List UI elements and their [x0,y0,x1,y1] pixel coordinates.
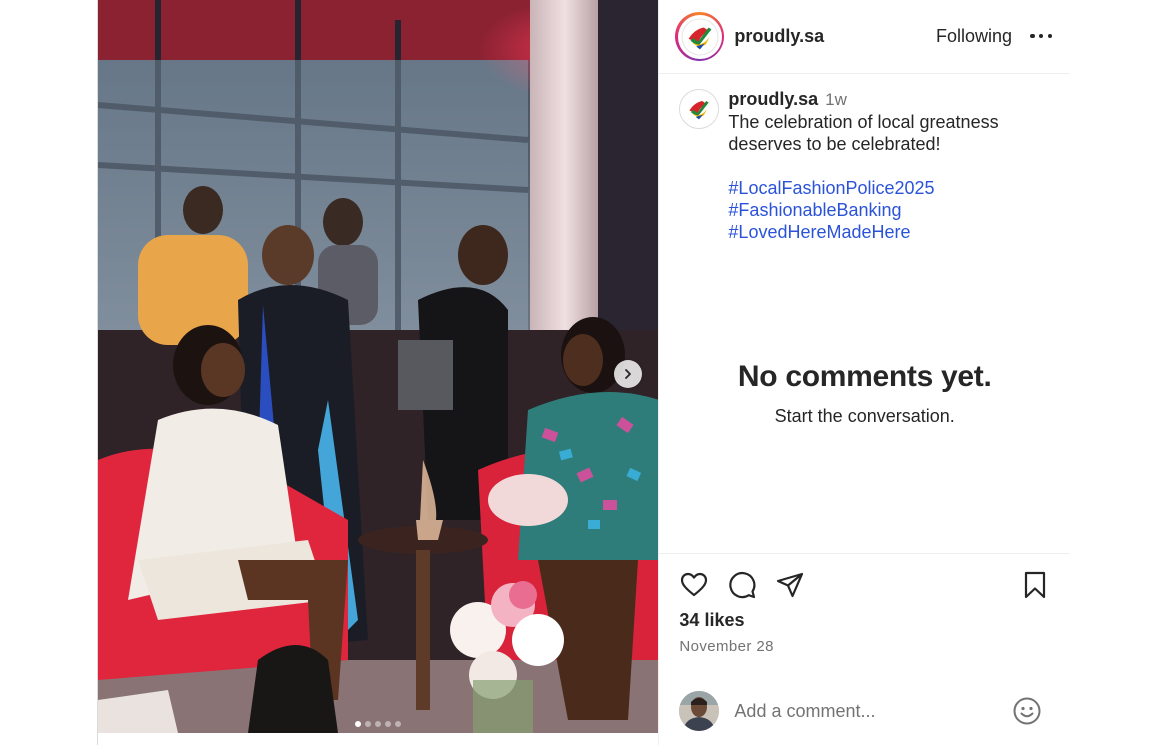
post-actions-section: 34 likes November 28 [659,553,1070,655]
post-photo [98,0,659,733]
post-side-panel: proudly.sa Following proudly.sa1w The c [658,0,1070,745]
comment-icon [729,571,756,599]
author-username[interactable]: proudly.sa [734,26,824,47]
caption-hashtags: #LocalFashionPolice2025 #FashionableBank… [728,177,1018,243]
current-user-avatar[interactable] [679,691,720,731]
add-comment-bar [659,688,1070,734]
bookmark-icon [1024,571,1046,599]
post-container: proudly.sa Following proudly.sa1w The c [97,0,1070,745]
empty-comments-title: No comments yet. [737,360,992,393]
caption-text: The celebration of local greatness deser… [728,112,999,154]
action-bar [659,554,1070,616]
save-button[interactable] [1020,570,1050,600]
caption-block: proudly.sa 1w The celebration of local gr… [659,74,1070,554]
carousel-dot [375,721,382,727]
carousel-dot [355,721,362,727]
like-button[interactable] [679,570,709,600]
caption-username[interactable]: proudly.sa [728,89,818,109]
likes-count[interactable]: 34 likes [659,610,1070,631]
author-avatar-story-ring[interactable] [675,12,725,61]
caption-avatar[interactable] [679,89,720,129]
chevron-right-icon [625,369,631,379]
emoji-button[interactable] [1012,696,1042,726]
carousel-dot [385,721,392,727]
comment-input[interactable] [734,700,1012,722]
empty-comments-state: No comments yet. Start the conversation. [659,360,1070,427]
caption-body: proudly.sa 1w The celebration of local gr… [728,88,1018,554]
following-button[interactable]: Following [936,26,1012,47]
hashtag-link[interactable]: #LovedHereMadeHere [728,221,1018,243]
proudly-sa-logo [681,17,719,56]
share-icon [777,572,804,598]
share-button[interactable] [775,570,805,600]
user-photo [679,691,720,731]
caption-timestamp[interactable]: 1w [825,90,847,109]
proudly-sa-logo [684,93,715,125]
empty-comments-subtitle: Start the conversation. [774,406,955,426]
post-media[interactable] [98,0,659,733]
carousel-dot [395,721,402,727]
author-avatar [677,14,722,59]
hashtag-link[interactable]: #LocalFashionPolice2025 [728,177,1018,199]
hashtag-link[interactable]: #FashionableBanking [728,199,1018,221]
carousel-indicator [98,721,658,727]
emoji-icon [1013,697,1041,725]
carousel-next-button[interactable] [614,360,642,388]
post-header: proudly.sa Following [659,0,1070,74]
more-horizontal-icon[interactable] [1030,33,1052,40]
post-date[interactable]: November 28 [659,638,1070,655]
comment-button[interactable] [727,570,757,600]
carousel-dot [365,721,372,727]
heart-icon [681,572,708,597]
